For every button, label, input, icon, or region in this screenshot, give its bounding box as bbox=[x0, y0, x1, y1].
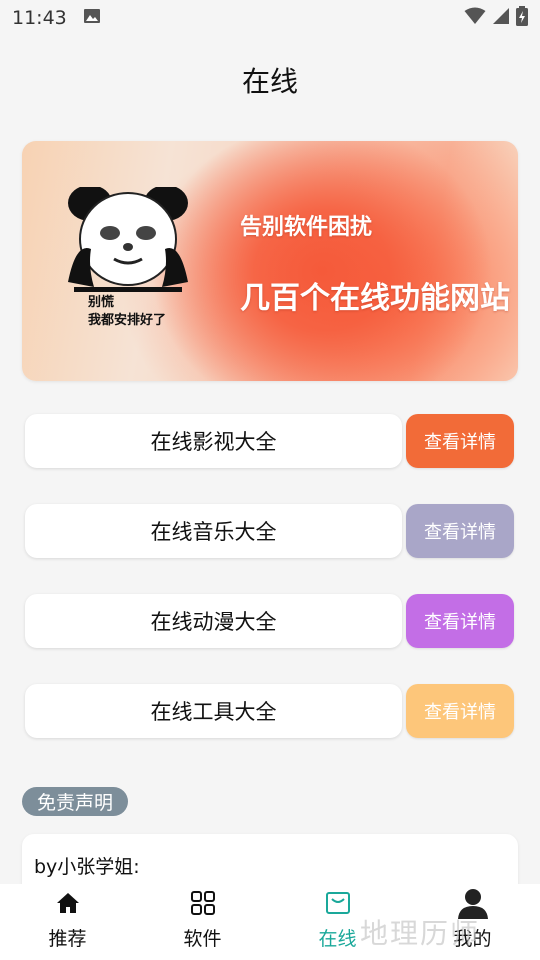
banner-headline-large: 几百个在线功能网站 bbox=[240, 281, 510, 316]
signal-icon bbox=[492, 7, 510, 30]
meme-caption-line1: 别慌 bbox=[88, 295, 115, 310]
nav-item-online[interactable]: 在线 bbox=[270, 884, 405, 960]
view-details-button-movies[interactable]: 查看详情 bbox=[406, 414, 514, 468]
nav-label-software: 软件 bbox=[183, 928, 222, 950]
disclaimer-chip: 免责声明 bbox=[22, 787, 129, 816]
battery-icon bbox=[516, 5, 528, 31]
category-card-anime[interactable]: 在线动漫大全 bbox=[25, 594, 402, 648]
category-row-movies: 在线影视大全 查看详情 bbox=[25, 414, 515, 468]
panda-meme-image bbox=[66, 185, 191, 296]
view-details-button-music[interactable]: 查看详情 bbox=[406, 504, 514, 558]
view-details-button-tools[interactable]: 查看详情 bbox=[406, 684, 514, 738]
grid-icon bbox=[190, 886, 216, 920]
category-card-music[interactable]: 在线音乐大全 bbox=[25, 504, 402, 558]
wifi-icon bbox=[464, 7, 486, 30]
nav-label-recommend: 推荐 bbox=[48, 928, 87, 950]
category-row-music: 在线音乐大全 查看详情 bbox=[25, 504, 515, 558]
category-row-tools: 在线工具大全 查看详情 bbox=[25, 684, 515, 738]
meme-caption-line2: 我都安排好了 bbox=[88, 313, 167, 328]
bottom-nav: 推荐 软件 在线 我的 bbox=[0, 884, 540, 960]
nav-item-mine[interactable]: 我的 bbox=[405, 884, 540, 960]
banner-headline-small: 告别软件困扰 bbox=[240, 215, 373, 240]
page-title: 在线 bbox=[241, 65, 298, 98]
nav-item-recommend[interactable]: 推荐 bbox=[0, 884, 135, 960]
inbox-icon bbox=[325, 886, 351, 920]
view-details-button-anime[interactable]: 查看详情 bbox=[406, 594, 514, 648]
nav-label-mine: 我的 bbox=[453, 928, 492, 950]
category-row-anime: 在线动漫大全 查看详情 bbox=[25, 594, 515, 648]
disclaimer-text: by小张学姐: bbox=[34, 856, 140, 878]
meme-caption: 别慌 我都安排好了 bbox=[88, 294, 166, 330]
nav-item-software[interactable]: 软件 bbox=[135, 884, 270, 960]
status-time: 11:43 bbox=[12, 7, 67, 29]
status-bar: 11:43 bbox=[0, 0, 540, 36]
home-icon bbox=[55, 886, 81, 920]
category-card-tools[interactable]: 在线工具大全 bbox=[25, 684, 402, 738]
nav-label-online: 在线 bbox=[318, 928, 357, 950]
person-icon bbox=[457, 886, 489, 920]
promo-banner[interactable]: 别慌 我都安排好了 告别软件困扰 几百个在线功能网站 bbox=[22, 141, 518, 381]
category-card-movies[interactable]: 在线影视大全 bbox=[25, 414, 402, 468]
image-notification-icon bbox=[83, 7, 101, 30]
